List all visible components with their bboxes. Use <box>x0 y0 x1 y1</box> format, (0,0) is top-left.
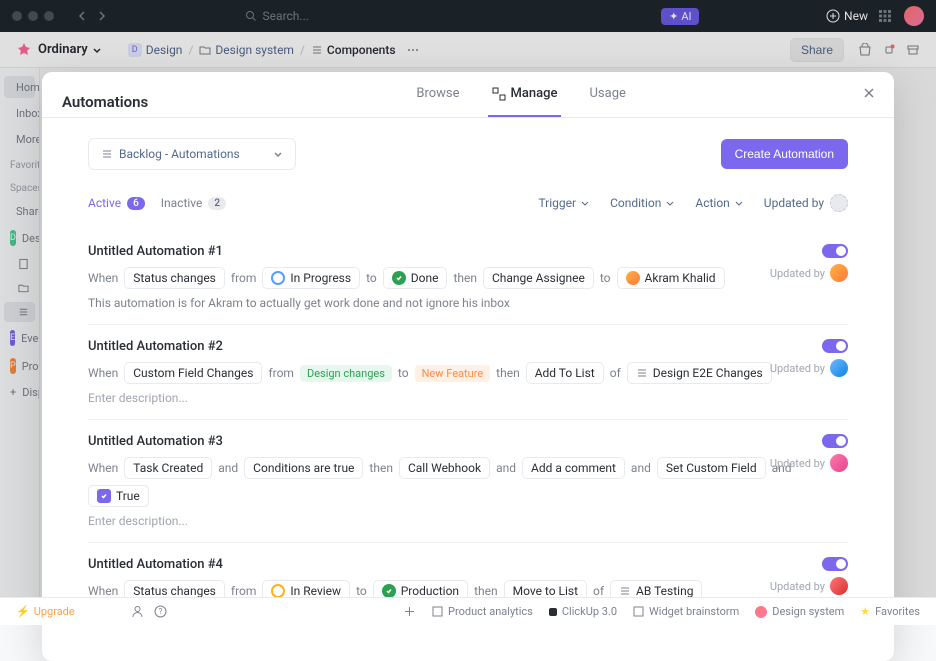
avatar-icon <box>830 359 848 377</box>
controls-row: Backlog - Automations Create Automation <box>88 138 848 170</box>
close-icon <box>862 86 876 100</box>
tab-manage[interactable]: Manage <box>488 86 562 117</box>
status-icon <box>392 271 406 285</box>
avatar-icon <box>830 454 848 472</box>
action-chip[interactable]: Set Custom Field <box>657 457 766 479</box>
updated-by-label: Updated by <box>770 359 848 377</box>
list-icon <box>101 148 113 160</box>
chevron-down-icon <box>580 198 590 208</box>
tab-browse[interactable]: Browse <box>412 86 463 117</box>
status-icon <box>271 271 285 285</box>
bb-widget[interactable]: Widget brainstorm <box>633 605 739 618</box>
automation-toggle[interactable] <box>822 434 848 448</box>
modal-tabs: Browse Manage Usage <box>412 86 630 117</box>
avatar-icon <box>830 264 848 282</box>
automation-flow: When Task Created and Conditions are tru… <box>88 457 848 507</box>
true-chip[interactable]: True <box>88 485 149 507</box>
chevron-down-icon <box>665 198 675 208</box>
doc-icon <box>432 606 443 617</box>
avatar-icon <box>755 606 767 618</box>
action-chip[interactable]: Call Webhook <box>399 457 490 479</box>
list-selector[interactable]: Backlog - Automations <box>88 138 296 170</box>
help-icon[interactable]: ? <box>154 605 167 618</box>
automation-toggle[interactable] <box>822 244 848 258</box>
filter-condition[interactable]: Condition <box>610 196 675 210</box>
status-icon <box>382 584 396 598</box>
action-chip[interactable]: Add To List <box>526 362 604 384</box>
automation-title: Untitled Automation #4 <box>88 557 848 572</box>
bb-clickup[interactable]: ClickUp 3.0 <box>549 605 617 618</box>
list-chip[interactable]: Design E2E Changes <box>627 362 772 384</box>
list-icon <box>636 367 648 379</box>
tab-usage[interactable]: Usage <box>585 86 629 117</box>
automation-description[interactable]: Enter description... <box>88 514 848 528</box>
manage-icon <box>492 87 506 101</box>
checkbox-icon <box>97 489 111 503</box>
tag-chip[interactable]: New Feature <box>415 365 491 382</box>
condition-chip[interactable]: Conditions are true <box>244 457 363 479</box>
avatar-placeholder-icon <box>830 194 848 212</box>
modal-header: Automations Browse Manage Usage <box>42 72 894 118</box>
chevron-down-icon <box>734 198 744 208</box>
square-icon <box>549 608 557 616</box>
list-icon <box>619 585 631 597</box>
svg-text:?: ? <box>158 607 162 616</box>
create-automation-button[interactable]: Create Automation <box>721 139 848 169</box>
bb-product-analytics[interactable]: Product analytics <box>432 605 533 618</box>
automations-modal: Automations Browse Manage Usage Backlog … <box>42 72 894 661</box>
filter-inactive[interactable]: Inactive 2 <box>161 196 226 210</box>
automation-item[interactable]: Untitled Automation #1 When Status chang… <box>88 230 848 325</box>
filter-updated-by[interactable]: Updated by <box>764 194 848 212</box>
automation-title: Untitled Automation #2 <box>88 339 848 354</box>
automation-toggle[interactable] <box>822 557 848 571</box>
star-icon: ★ <box>860 605 870 618</box>
trigger-chip[interactable]: Custom Field Changes <box>124 362 262 384</box>
automation-flow: When Custom Field Changes from Design ch… <box>88 362 848 384</box>
automation-item[interactable]: Untitled Automation #3 When Task Created… <box>88 420 848 543</box>
action-chip[interactable]: Change Assignee <box>483 267 594 289</box>
updated-by-label: Updated by <box>770 454 848 472</box>
bb-design-system[interactable]: Design system <box>755 605 844 618</box>
avatar-icon <box>830 577 848 595</box>
close-button[interactable] <box>862 86 876 100</box>
automation-flow: When Status changes from In Progress to … <box>88 267 848 289</box>
chevron-down-icon <box>273 149 283 159</box>
assignee-chip[interactable]: Akram Khalid <box>617 267 725 289</box>
automation-toggle[interactable] <box>822 339 848 353</box>
automation-description[interactable]: Enter description... <box>88 391 848 405</box>
bb-favorites[interactable]: ★ Favorites <box>860 605 920 618</box>
bolt-icon: ⚡ <box>16 605 30 618</box>
modal-overlay: Automations Browse Manage Usage Backlog … <box>0 0 936 625</box>
automation-title: Untitled Automation #1 <box>88 244 848 259</box>
filter-active[interactable]: Active 6 <box>88 196 145 210</box>
automation-title: Untitled Automation #3 <box>88 434 848 449</box>
status-chip[interactable]: In Progress <box>262 267 360 289</box>
trigger-chip[interactable]: Task Created <box>124 457 212 479</box>
bottom-bar: ⚡ Upgrade ? Product analytics ClickUp 3.… <box>0 597 936 625</box>
filter-trigger[interactable]: Trigger <box>538 196 590 210</box>
updated-by-label: Updated by <box>770 577 848 595</box>
trigger-chip[interactable]: Status changes <box>124 267 225 289</box>
user-icon[interactable] <box>131 605 144 618</box>
modal-body: Backlog - Automations Create Automation … <box>42 118 894 661</box>
plus-icon[interactable] <box>403 605 416 618</box>
action-chip[interactable]: Add a comment <box>522 457 625 479</box>
filter-action[interactable]: Action <box>695 196 743 210</box>
status-chip[interactable]: Done <box>383 267 448 289</box>
avatar-icon <box>626 271 640 285</box>
status-icon <box>271 584 285 598</box>
modal-title: Automations <box>62 93 148 111</box>
filter-row: Active 6 Inactive 2 Trigger Condition <box>88 194 848 212</box>
upgrade-button[interactable]: ⚡ Upgrade <box>16 605 75 618</box>
tag-chip[interactable]: Design changes <box>300 365 392 382</box>
doc-icon <box>633 606 644 617</box>
automation-item[interactable]: Untitled Automation #2 When Custom Field… <box>88 325 848 420</box>
updated-by-label: Updated by <box>770 264 848 282</box>
automation-description: This automation is for Akram to actually… <box>88 296 848 310</box>
